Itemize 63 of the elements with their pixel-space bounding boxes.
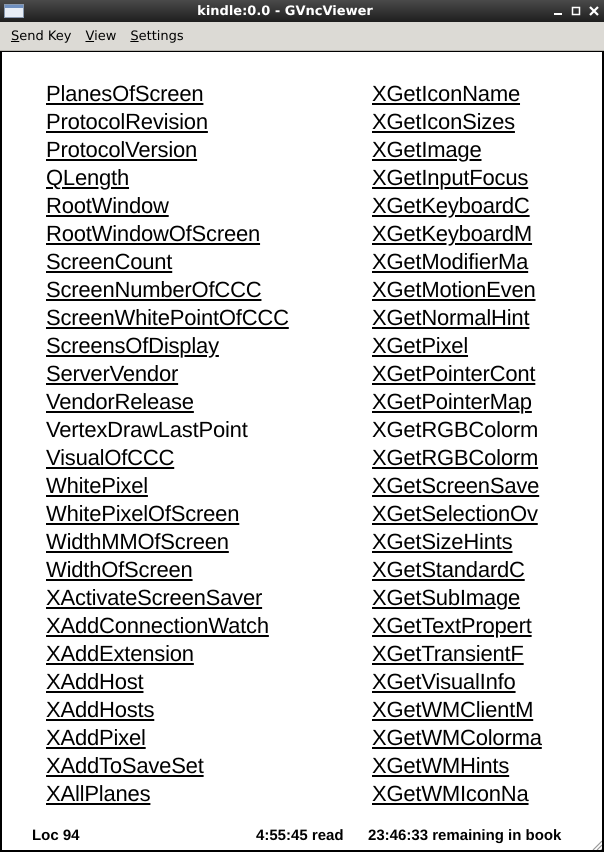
- maximize-icon[interactable]: [570, 5, 582, 17]
- index-link[interactable]: XGetIconName: [372, 80, 520, 108]
- index-link[interactable]: ScreenWhitePointOfCCC: [46, 304, 289, 332]
- index-link[interactable]: XGetNormalHint: [372, 304, 530, 332]
- index-link[interactable]: XAddHosts: [46, 696, 154, 724]
- menu-item[interactable]: Send Key: [4, 26, 78, 46]
- index-link[interactable]: XAddToSaveSet: [46, 752, 204, 780]
- menu-item[interactable]: View: [78, 26, 124, 46]
- index-link[interactable]: ScreensOfDisplay: [46, 332, 219, 360]
- index-link[interactable]: XGetWMColorma: [372, 724, 542, 752]
- index-link[interactable]: XGetWMHints: [372, 752, 510, 780]
- close-icon[interactable]: [588, 5, 600, 17]
- index-link[interactable]: WhitePixel: [46, 472, 148, 500]
- index-link[interactable]: VendorRelease: [46, 388, 194, 416]
- index-link[interactable]: XGetPointerCont: [372, 360, 536, 388]
- index-link[interactable]: XGetScreenSave: [372, 472, 540, 500]
- index-link[interactable]: ScreenNumberOfCCC: [46, 276, 262, 304]
- index-link[interactable]: XGetKeyboardM: [372, 220, 532, 248]
- time-read: 4:55:45 read: [256, 827, 344, 844]
- index-link[interactable]: XGetPointerMap: [372, 388, 532, 416]
- index-link[interactable]: XGetKeyboardC: [372, 192, 530, 220]
- index-link[interactable]: XGetSubImage: [372, 584, 520, 612]
- window-title: kindle:0.0 - GVncViewer: [196, 4, 374, 18]
- index-link[interactable]: ProtocolRevision: [46, 108, 208, 136]
- index-link[interactable]: VisualOfCCC: [46, 444, 174, 472]
- index-link[interactable]: RootWindowOfScreen: [46, 220, 260, 248]
- index-link[interactable]: XAllPlanes: [46, 780, 150, 808]
- index-link[interactable]: XGetWMIconNa: [372, 780, 529, 808]
- index-link[interactable]: XGetPixel: [372, 332, 468, 360]
- index-link[interactable]: QLength: [46, 164, 130, 192]
- index-link[interactable]: XGetSizeHints: [372, 528, 512, 556]
- index-link[interactable]: XGetTextPropert: [372, 612, 532, 640]
- index-link[interactable]: PlanesOfScreen: [46, 80, 204, 108]
- index-link[interactable]: XActivateScreenSaver: [46, 584, 262, 612]
- index-link[interactable]: WidthMMOfScreen: [46, 528, 229, 556]
- index-entry: XGetRGBColorm: [372, 416, 538, 444]
- time-remaining: 23:46:33 remaining in book: [368, 827, 562, 844]
- resize-grip-icon[interactable]: [590, 838, 602, 850]
- index-link[interactable]: XAddConnectionWatch: [46, 612, 269, 640]
- window-icon[interactable]: [4, 4, 24, 18]
- index-link[interactable]: XGetRGBColorm: [372, 444, 538, 472]
- index-link[interactable]: XGetVisualInfo: [372, 668, 516, 696]
- index-link[interactable]: RootWindow: [46, 192, 169, 220]
- index-link[interactable]: WidthOfScreen: [46, 556, 193, 584]
- index-link[interactable]: XGetInputFocus: [372, 164, 528, 192]
- index-link[interactable]: ScreenCount: [46, 248, 172, 276]
- index-link[interactable]: XGetIconSizes: [372, 108, 515, 136]
- index-link[interactable]: XGetSelectionOv: [372, 500, 538, 528]
- index-link[interactable]: XGetImage: [372, 136, 482, 164]
- index-link[interactable]: XGetMotionEven: [372, 276, 536, 304]
- menu-item[interactable]: Settings: [123, 26, 191, 46]
- index-link[interactable]: XGetStandardC: [372, 556, 525, 584]
- index-link[interactable]: WhitePixelOfScreen: [46, 500, 240, 528]
- index-link[interactable]: ProtocolVersion: [46, 136, 198, 164]
- index-link[interactable]: XGetWMClientM: [372, 696, 534, 724]
- index-link[interactable]: XGetModifierMa: [372, 248, 528, 276]
- index-link[interactable]: ServerVendor: [46, 360, 178, 388]
- index-link[interactable]: XAddHost: [46, 668, 144, 696]
- location-label: Loc 94: [32, 827, 80, 844]
- index-entry: VertexDrawLastPoint: [46, 416, 248, 444]
- index-link[interactable]: XGetTransientF: [372, 640, 524, 668]
- index-link[interactable]: XAddPixel: [46, 724, 146, 752]
- index-link[interactable]: XAddExtension: [46, 640, 194, 668]
